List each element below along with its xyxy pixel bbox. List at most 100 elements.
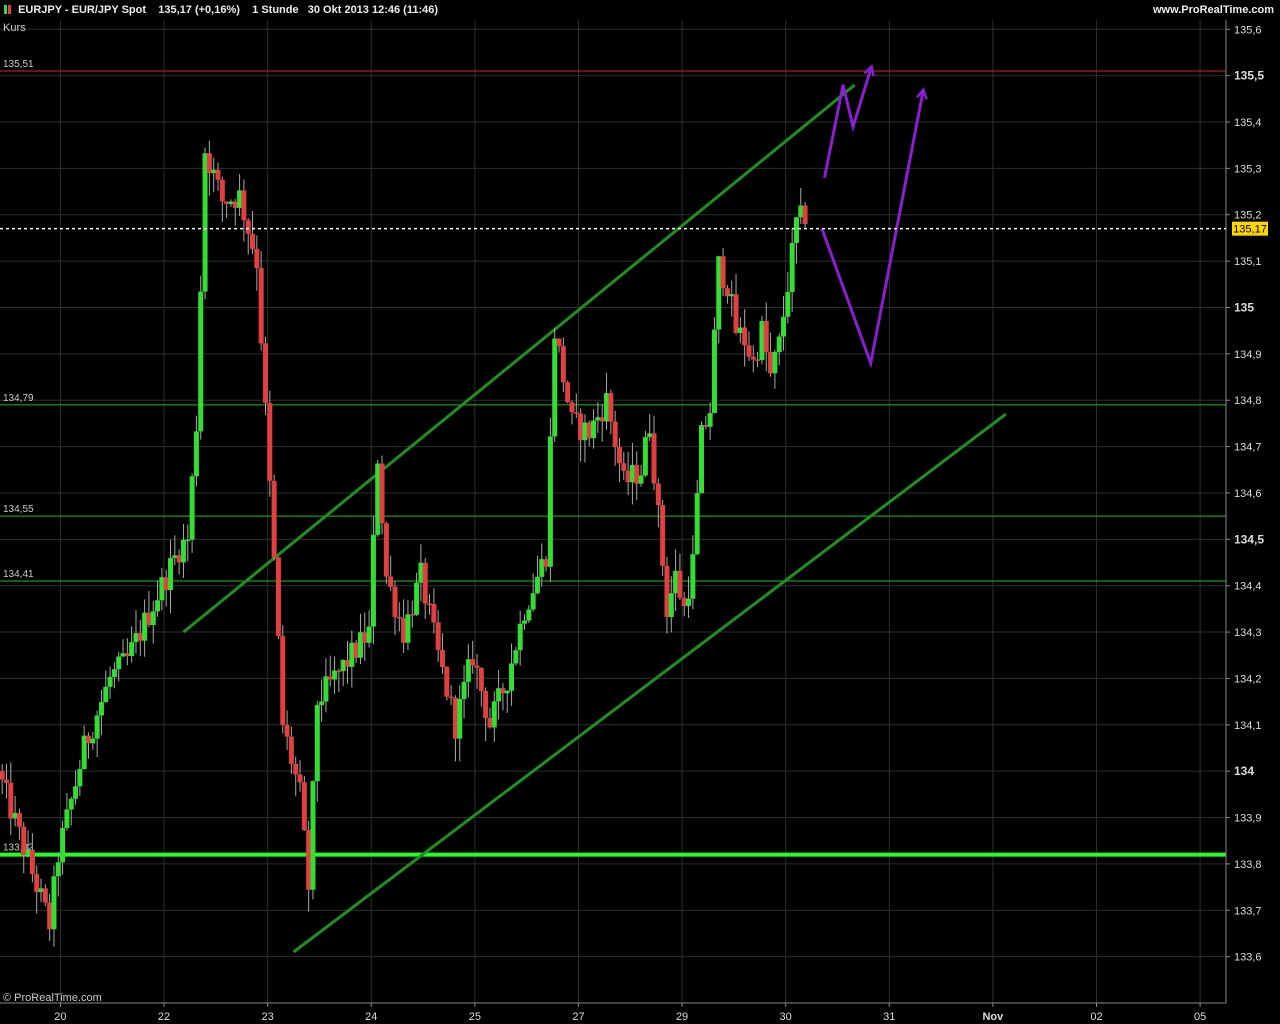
- candle-down: [388, 576, 394, 587]
- candle-up: [729, 294, 735, 297]
- candle-down: [573, 412, 579, 414]
- candle-down: [616, 447, 622, 464]
- candle-down: [733, 294, 739, 333]
- candle-down: [215, 169, 221, 180]
- candle-down: [29, 850, 35, 874]
- x-tick-label: 23: [262, 1011, 274, 1023]
- candle-up: [694, 493, 700, 555]
- y-tick-label: 134,8: [1234, 395, 1262, 407]
- candle-up: [759, 321, 765, 361]
- candle-down: [137, 633, 143, 641]
- candle-up: [772, 352, 778, 374]
- candle-up: [12, 813, 18, 819]
- y-tick-label: 134,5: [1234, 532, 1264, 546]
- x-tick-label: 02: [1090, 1011, 1102, 1023]
- candle-down: [293, 763, 299, 775]
- candle-up: [491, 701, 497, 728]
- candle-up: [798, 205, 804, 218]
- candle-up: [513, 650, 519, 664]
- candle-up: [711, 329, 717, 414]
- candle-down: [599, 417, 605, 422]
- candle-up: [785, 292, 791, 317]
- candle-down: [560, 346, 566, 383]
- candle-down: [660, 505, 666, 566]
- candle-up: [155, 600, 161, 612]
- candle-down: [478, 667, 484, 692]
- plot-label: Kurs: [3, 22, 26, 34]
- candle-up: [189, 476, 195, 540]
- candle-up: [340, 660, 346, 671]
- candle-down: [720, 256, 726, 289]
- candle-down: [284, 724, 290, 737]
- candle-up: [357, 632, 363, 658]
- candle-up: [68, 798, 74, 810]
- candle-up: [638, 475, 644, 484]
- candle-down: [163, 577, 169, 591]
- last-price-label: 135,17: [1233, 224, 1267, 236]
- candle-down: [241, 190, 247, 221]
- candle-up: [314, 704, 320, 782]
- candle-up: [25, 850, 31, 856]
- candle-up: [629, 465, 635, 483]
- candle-down: [327, 676, 333, 680]
- candle-down: [124, 653, 130, 656]
- candle-up: [98, 702, 104, 716]
- candle-down: [345, 660, 351, 667]
- candle-up: [120, 653, 126, 657]
- candle-up: [332, 670, 338, 680]
- level-label: 134,55: [3, 504, 34, 515]
- candle-down: [500, 688, 506, 694]
- candle-up: [73, 786, 79, 799]
- candle-down: [431, 603, 437, 623]
- candle-up: [103, 686, 109, 703]
- y-tick-label: 135: [1234, 300, 1254, 314]
- x-tick-label: 22: [158, 1011, 170, 1023]
- candle-down: [664, 565, 670, 618]
- candle-down: [3, 779, 9, 783]
- candle-down: [34, 873, 40, 893]
- candle-down: [612, 421, 618, 448]
- candle-down: [280, 636, 286, 725]
- candle-down: [232, 201, 238, 208]
- candle-down: [392, 586, 398, 617]
- x-tick-label: 05: [1194, 1011, 1206, 1023]
- x-axis: 20 22 23 24 25 27 29 30 31 Nov 02 05: [54, 1003, 1206, 1023]
- candle-down: [245, 220, 251, 234]
- candle-down: [569, 402, 575, 413]
- candle-up: [690, 554, 696, 599]
- candle-up: [707, 413, 713, 427]
- candle-up: [461, 681, 467, 699]
- candle-down: [474, 665, 480, 668]
- candle-down: [763, 321, 769, 352]
- candle-down: [608, 393, 614, 422]
- candle-down: [746, 345, 752, 357]
- candle-up: [604, 393, 610, 422]
- candle-up: [673, 570, 679, 594]
- y-tick-label: 134,4: [1234, 581, 1262, 593]
- candle-up: [534, 576, 540, 594]
- candle-down: [556, 338, 562, 347]
- candle-down: [655, 483, 661, 506]
- candle-down: [543, 559, 549, 567]
- candle-down: [16, 813, 22, 827]
- candle-up: [94, 715, 100, 739]
- candle-down: [383, 523, 389, 577]
- x-tick-label: Nov: [982, 1011, 1004, 1023]
- y-tick-label: 134,2: [1234, 673, 1262, 685]
- candle-down: [621, 463, 627, 471]
- candle-down: [768, 351, 774, 374]
- candle-up: [211, 169, 217, 174]
- price-chart[interactable]: 135,51134,79134,55134,41133,82 135,6135,…: [0, 0, 1280, 1024]
- candle-down: [353, 642, 359, 658]
- candle-up: [198, 291, 204, 432]
- candle-up: [64, 809, 70, 828]
- candle-up: [202, 153, 208, 292]
- candle-down: [802, 205, 808, 225]
- candle-down: [254, 248, 260, 269]
- candle-up: [81, 735, 87, 770]
- candle-down: [275, 557, 281, 637]
- candle-up: [698, 425, 704, 494]
- candle-up: [185, 539, 191, 542]
- candle-up: [716, 256, 722, 330]
- candle-up: [172, 555, 178, 559]
